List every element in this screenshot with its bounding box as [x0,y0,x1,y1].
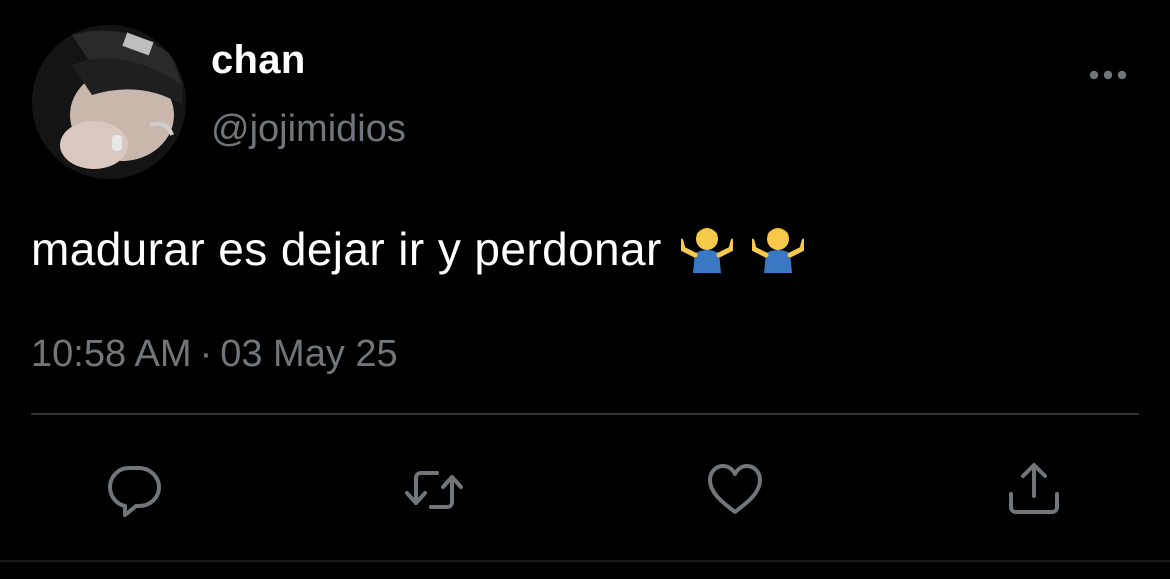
like-button[interactable] [705,460,765,520]
tweet-text-block: madurar es dejar ir y perdonar [31,222,807,284]
reply-button[interactable] [105,460,165,520]
meta-separator: · [199,333,213,375]
more-horizontal-icon [1089,70,1127,80]
reply-icon [108,466,161,517]
man-shrugging-emoji [749,223,807,284]
avatar-photo [32,25,186,179]
retweet-icon [405,471,463,509]
like-icon [708,464,762,514]
retweet-button[interactable] [404,460,464,520]
tweet-text: madurar es dejar ir y perdonar [31,223,662,275]
avatar[interactable] [32,25,186,179]
tweet-timestamp[interactable]: 10:58 AM · 03 May 25 [31,333,398,376]
more-options-button[interactable] [1084,60,1132,90]
divider [31,413,1139,415]
bottom-divider [0,560,1170,562]
share-button[interactable] [1005,460,1065,520]
man-shrugging-emoji [678,223,736,284]
share-icon [1009,463,1059,514]
display-name[interactable]: chan [211,38,306,83]
tweet-time: 10:58 AM [31,333,192,375]
tweet-date: 03 May 25 [220,333,398,375]
user-handle[interactable]: @jojimidios [211,108,406,151]
